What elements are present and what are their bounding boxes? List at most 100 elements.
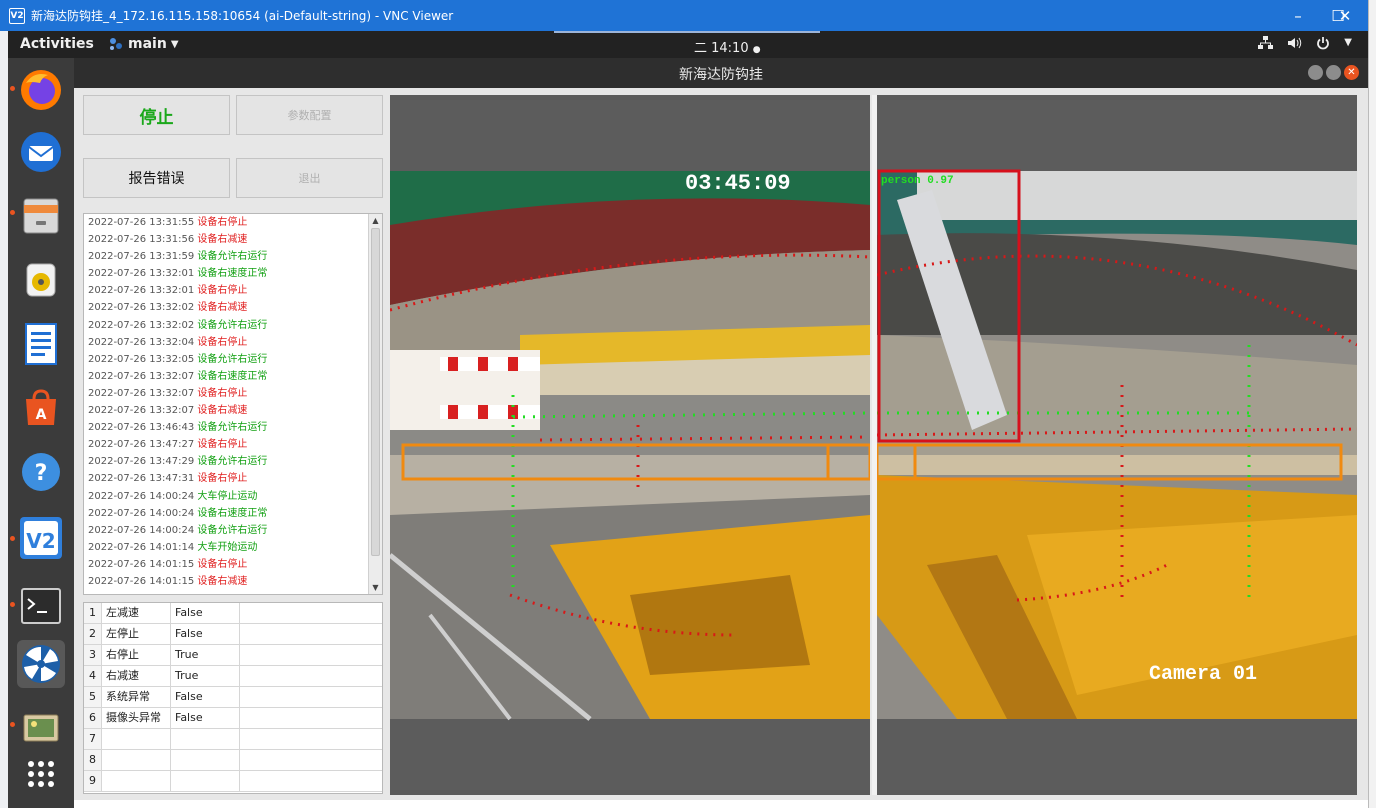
close-button[interactable]: ✕ (1325, 0, 1365, 31)
row-name: 右减速 (102, 666, 171, 686)
app-titlebar: 新海达防钩挂 ✕ (74, 58, 1368, 88)
log-line: 2022-07-26 14:01:15 设备右减速 (84, 573, 382, 590)
status-table-rows: 1 左减速 False 2 左停止 False 3 右停止 True 4 右减速 True 5 系统异常 F… (84, 603, 382, 792)
scroll-down-icon[interactable]: ▼ (369, 581, 382, 594)
log-line: 2022-07-26 13:31:56 设备右减速 (84, 231, 382, 248)
desktop-edge-right (1368, 0, 1376, 808)
table-row: 9 (84, 771, 382, 792)
log-timestamp: 2022-07-26 13:31:55 (88, 217, 195, 228)
running-indicator (10, 602, 15, 607)
log-message: 设备允许右运行 (197, 251, 268, 263)
show-apps-icon[interactable] (17, 750, 65, 798)
app-menu-label: main (128, 36, 167, 52)
row-value: False (171, 603, 240, 623)
camera-view-left: 03:45:09 (390, 95, 870, 795)
firefox-icon[interactable] (17, 66, 65, 114)
log-timestamp: 2022-07-26 14:00:24 (88, 507, 195, 519)
network-icon (1258, 36, 1274, 49)
terminal-icon[interactable] (17, 582, 65, 630)
row-name (102, 729, 171, 749)
row-name: 左停止 (102, 624, 171, 644)
log-message: 设备右速度正常 (197, 268, 268, 280)
event-log[interactable]: 2022-07-26 13:31:55 设备右停止 2022-07-26 13:3… (83, 213, 383, 595)
log-timestamp: 2022-07-26 14:01:15 (88, 558, 195, 570)
log-timestamp: 2022-07-26 13:32:07 (88, 387, 195, 399)
camera-view-right: person 0.97 Camera 01 (877, 95, 1357, 795)
log-message: 设备允许右运行 (197, 524, 268, 536)
clock-label: 二 14:10 (694, 41, 749, 56)
log-line: 2022-07-26 13:32:01 设备右停止 (84, 282, 382, 299)
files-icon[interactable] (17, 192, 65, 240)
chevron-down-icon: ▼ (170, 38, 179, 50)
log-line: 2022-07-26 13:32:05 设备允许右运行 (84, 351, 382, 368)
log-line: 2022-07-26 13:32:02 设备允许右运行 (84, 317, 382, 334)
row-index: 9 (84, 771, 102, 791)
window-close-button[interactable]: ✕ (1344, 65, 1359, 80)
app-icon[interactable] (17, 640, 65, 688)
help-icon[interactable]: ? (17, 448, 65, 496)
log-scrollbar[interactable]: ▲ ▼ (368, 214, 382, 594)
log-timestamp: 2022-07-26 13:32:01 (88, 268, 195, 280)
row-value (171, 750, 240, 770)
log-message: 设备右减速 (197, 575, 248, 587)
row-index: 8 (84, 750, 102, 770)
row-index: 6 (84, 708, 102, 728)
log-timestamp: 2022-07-26 13:32:07 (88, 405, 195, 417)
camera-image-right: person 0.97 Camera 01 (877, 169, 1357, 719)
window-minimize-button[interactable] (1308, 65, 1323, 80)
window-maximize-button[interactable] (1326, 65, 1341, 80)
table-row: 1 左减速 False (84, 603, 382, 624)
log-message: 大车停止运动 (197, 490, 258, 502)
row-name: 系统异常 (102, 687, 171, 707)
log-line: 2022-07-26 13:47:29 设备允许右运行 (84, 453, 382, 470)
table-row: 6 摄像头异常 False (84, 708, 382, 729)
top-bar-indicator (554, 31, 820, 33)
row-index: 7 (84, 729, 102, 749)
thunderbird-icon[interactable] (17, 128, 65, 176)
row-value (171, 771, 240, 791)
row-value (171, 729, 240, 749)
log-line: 2022-07-26 13:31:55 设备右停止 (84, 214, 382, 231)
row-index: 1 (84, 603, 102, 623)
exit-button[interactable]: 退出 (236, 158, 383, 198)
log-timestamp: 2022-07-26 14:00:24 (88, 524, 195, 536)
app-window-title: 新海达防钩挂 (679, 67, 763, 83)
row-value: False (171, 624, 240, 644)
svg-text:V2: V2 (26, 529, 55, 553)
row-value: True (171, 645, 240, 665)
writer-icon[interactable] (17, 320, 65, 368)
notification-dot-icon: ● (752, 45, 761, 55)
detection-label: person 0.97 (881, 175, 954, 187)
report-error-button[interactable]: 报告错误 (83, 158, 230, 198)
vnc-viewer-icon[interactable]: V2 (17, 514, 65, 562)
row-name: 摄像头异常 (102, 708, 171, 728)
rhythmbox-icon[interactable] (17, 256, 65, 304)
config-button[interactable]: 参数配置 (236, 95, 383, 135)
software-icon[interactable]: A (17, 384, 65, 432)
log-message: 设备右停止 (197, 285, 248, 297)
activities-button[interactable]: Activities (20, 36, 94, 52)
log-line: 2022-07-26 14:00:24 大车停止运动 (84, 488, 382, 505)
vnc-logo-icon: V2 (9, 7, 25, 24)
scroll-up-icon[interactable]: ▲ (369, 214, 382, 227)
image-viewer-icon[interactable] (17, 704, 65, 752)
power-icon (1317, 37, 1330, 50)
running-indicator (10, 722, 15, 727)
log-message: 设备右停止 (197, 217, 248, 228)
dock: A ? V2 (8, 58, 74, 808)
scroll-thumb[interactable] (371, 228, 380, 556)
desktop-edge-left (0, 31, 8, 808)
stop-button[interactable]: 停止 (83, 95, 230, 135)
system-tray[interactable]: ▼ (1258, 36, 1352, 50)
app-menu[interactable]: main ▼ (108, 36, 179, 52)
log-line: 2022-07-26 14:01:15 设备右停止 (84, 556, 382, 573)
log-timestamp: 2022-07-26 13:32:02 (88, 319, 195, 331)
log-timestamp: 2022-07-26 13:47:31 (88, 473, 195, 485)
clock[interactable]: 二 14:10 ● (694, 37, 761, 56)
log-message: 设备右停止 (197, 473, 248, 485)
running-indicator (10, 210, 15, 215)
log-timestamp: 2022-07-26 13:32:02 (88, 302, 195, 314)
log-line: 2022-07-26 13:46:43 设备允许右运行 (84, 419, 382, 436)
row-index: 5 (84, 687, 102, 707)
log-timestamp: 2022-07-26 13:47:27 (88, 439, 195, 451)
